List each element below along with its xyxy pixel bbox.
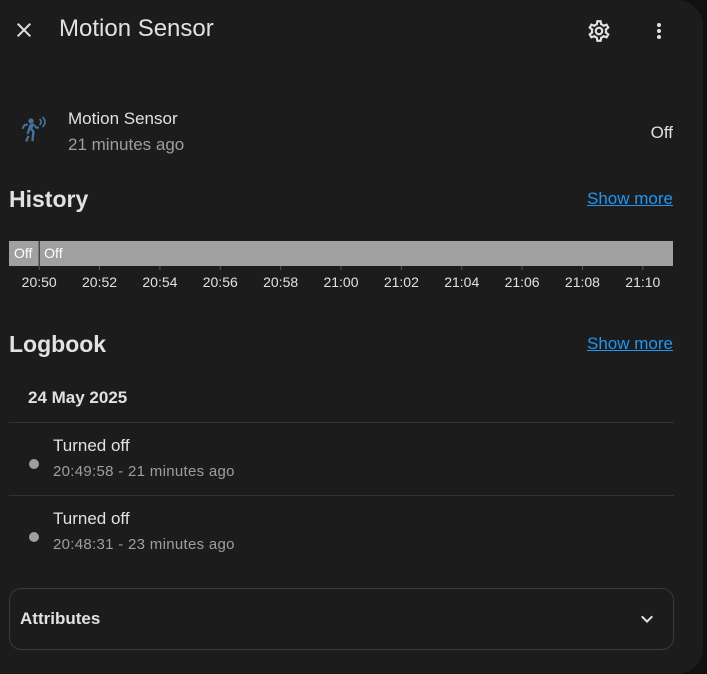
more-info-dialog: Motion Sensor Motion Sensor 21 minutes a… (0, 0, 703, 674)
history-title: History (9, 186, 89, 212)
x-axis-tick-label: 21:00 (323, 274, 358, 290)
logbook-entry-time: 20:49:58 - 21 minutes ago (53, 463, 235, 480)
timeline-segment-label: Off (14, 245, 33, 261)
logbook-show-more-link[interactable]: Show more (587, 334, 673, 354)
close-icon (17, 23, 31, 37)
logbook-entry[interactable]: Turned off 20:48:31 - 23 minutes ago (9, 496, 674, 568)
history-timeline-chart[interactable]: Off Off 20:50 20:52 20:54 20:56 20:58 21:00 21:0… (9, 241, 673, 291)
x-axis-tick-label: 21:02 (384, 274, 419, 290)
chevron-down-icon (641, 615, 653, 623)
motion-sensor-icon (21, 116, 46, 142)
logbook-entry-message: Turned off (53, 509, 130, 528)
dialog-title: Motion Sensor (59, 15, 214, 42)
timeline-segment-label: Off (44, 245, 63, 261)
dialog-header: Motion Sensor (0, 0, 703, 62)
x-axis-tick-label: 21:08 (565, 274, 600, 290)
more-vertical-icon (657, 23, 661, 39)
x-axis-tick-label: 20:58 (263, 274, 298, 290)
history-show-more-link[interactable]: Show more (587, 189, 673, 209)
settings-button[interactable] (580, 12, 618, 50)
x-axis-tick-label: 20:50 (22, 274, 57, 290)
logbook-title: Logbook (9, 331, 107, 357)
more-options-button[interactable] (640, 12, 678, 50)
close-button[interactable] (6, 12, 42, 48)
gear-icon (588, 20, 610, 42)
attributes-label: Attributes (20, 609, 101, 628)
x-axis-tick-label: 21:04 (444, 274, 479, 290)
entity-state: Off (650, 123, 673, 142)
logbook-entry[interactable]: Turned off 20:49:58 - 21 minutes ago (9, 423, 674, 495)
entity-last-changed: 21 minutes ago (68, 135, 185, 154)
entity-name: Motion Sensor (68, 109, 178, 128)
state-dot-icon (29, 532, 39, 542)
state-dot-icon (29, 459, 39, 469)
timeline-segment[interactable] (39, 241, 673, 266)
attributes-expander[interactable]: Attributes (9, 588, 674, 650)
x-axis-tick-label: 21:10 (625, 274, 660, 290)
x-axis-tick-label: 20:54 (142, 274, 177, 290)
logbook-entry-message: Turned off (53, 436, 130, 455)
x-axis-tick-label: 20:52 (82, 274, 117, 290)
entity-row[interactable]: Motion Sensor 21 minutes ago Off (0, 100, 703, 164)
logbook-entry-time: 20:48:31 - 23 minutes ago (53, 536, 235, 553)
x-axis-tick-label: 20:56 (203, 274, 238, 290)
x-axis-tick-label: 21:06 (505, 274, 540, 290)
logbook-date-heading: 24 May 2025 (28, 388, 128, 407)
